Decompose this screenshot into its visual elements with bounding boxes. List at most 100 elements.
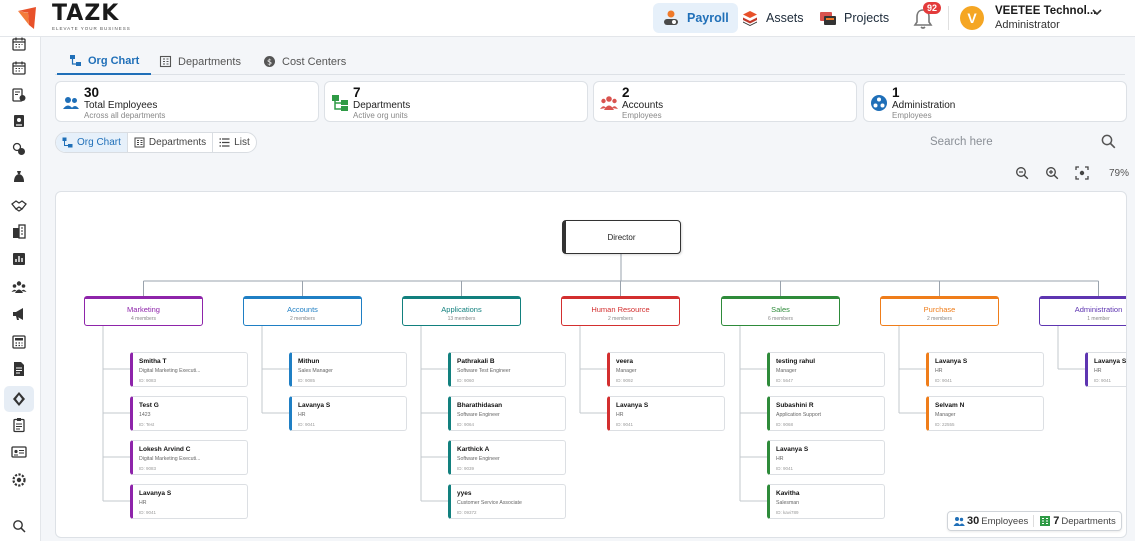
nav-projects[interactable]: Projects xyxy=(810,3,898,33)
employee-card[interactable]: Test G 1423 ID: Test xyxy=(130,396,248,431)
fit-to-screen-icon[interactable] xyxy=(1075,166,1089,180)
stat-administration: 1 Administration Employees xyxy=(863,81,1127,122)
department-node[interactable]: Administration 1 member xyxy=(1039,296,1126,326)
sidebar-item-coins[interactable] xyxy=(8,138,30,160)
department-member-count: 6 members xyxy=(767,316,793,322)
employee-name: testing rahul xyxy=(776,358,816,365)
sidebar-item-team[interactable] xyxy=(8,276,30,298)
sidebar-item-money-bag[interactable] xyxy=(8,166,30,188)
employee-role: Digital Marketing Executi... xyxy=(139,368,201,374)
svg-text:$: $ xyxy=(267,58,272,67)
employee-name: Smitha T xyxy=(139,358,167,365)
tab-org-chart[interactable]: Org Chart xyxy=(57,48,152,75)
tab-cost-centers-label: Cost Centers xyxy=(282,55,347,68)
department-node[interactable]: Applications 13 members xyxy=(402,296,521,326)
employee-id: ID: 9064 xyxy=(457,422,475,427)
megaphone-icon xyxy=(13,308,23,320)
sidebar-item-id-badge[interactable] xyxy=(8,110,30,132)
department-node[interactable]: Sales 6 members xyxy=(721,296,840,326)
projects-icon xyxy=(820,12,836,25)
sidebar-item-calendar[interactable] xyxy=(8,33,30,55)
tab-departments[interactable]: Departments xyxy=(147,48,253,75)
department-node[interactable]: Purchase 2 members xyxy=(880,296,999,326)
employee-card[interactable]: Smitha T Digital Marketing Executi... ID: … xyxy=(130,352,248,387)
employee-name: Lavanya S xyxy=(776,446,809,453)
employee-card[interactable]: testing rahul Manager ID: 5647 xyxy=(767,352,885,387)
employee-card[interactable]: Mithun Sales Manager ID: 9085 xyxy=(289,352,407,387)
sidebar-item-document[interactable] xyxy=(8,358,30,380)
sidebar-item-clipboard[interactable] xyxy=(8,414,30,436)
view-departments[interactable]: Departments xyxy=(128,133,214,152)
employee-id: ID: 22555 xyxy=(935,422,955,427)
search-input[interactable] xyxy=(930,133,1120,151)
department-node[interactable]: Marketing 4 members xyxy=(84,296,203,326)
zoom-in-icon[interactable] xyxy=(1045,166,1059,180)
stat-label: Departments xyxy=(353,100,411,111)
employee-name: veera xyxy=(616,358,633,365)
employee-name: Lavanya S xyxy=(139,490,172,497)
sidebar-item-settings[interactable] xyxy=(8,469,30,491)
employee-card[interactable]: Selvam N Manager ID: 22555 xyxy=(926,396,1044,431)
brand-logo[interactable]: TAZK ELEVATE YOUR BUSINESS xyxy=(16,1,130,33)
avatar[interactable]: V xyxy=(960,6,984,30)
employee-card[interactable]: Bharathidasan Software Engineer ID: 9064 xyxy=(448,396,566,431)
employee-card[interactable]: Pathrakali B Software Test Engineer ID: 90… xyxy=(448,352,566,387)
employee-card[interactable]: Subashini R Application Support ID: 9068 xyxy=(767,396,885,431)
sidebar-item-id-card[interactable] xyxy=(8,441,30,463)
sidebar-item-money[interactable] xyxy=(8,84,30,106)
department-name: Accounts xyxy=(287,305,318,314)
logo-mark-icon xyxy=(18,7,36,29)
employee-id: ID: 9068 xyxy=(776,422,794,427)
org-root-director[interactable]: Director xyxy=(562,220,681,254)
nav-assets[interactable]: Assets xyxy=(732,3,813,33)
org-chart-canvas[interactable]: Director Marketing 4 members Smitha T Digit… xyxy=(55,191,1127,538)
employee-card[interactable]: yyes Customer Service Associate ID: 09372 xyxy=(448,484,566,519)
employee-card[interactable]: Lavanya S HR ID: 9041 xyxy=(607,396,725,431)
employee-card[interactable]: Lokesh Arvind C Digital Marketing Executi… xyxy=(130,440,248,475)
department-node[interactable]: Human Resource 2 members xyxy=(561,296,680,326)
view-org-chart[interactable]: Org Chart xyxy=(56,133,128,152)
employee-id: ID: 9041 xyxy=(298,422,316,427)
sidebar-item-calendar[interactable] xyxy=(8,57,30,79)
employee-card[interactable]: Lavanya S HR ID: 9041 xyxy=(767,440,885,475)
employee-id: ID: 9041 xyxy=(1094,378,1112,383)
nav-payroll[interactable]: Payroll xyxy=(653,3,738,33)
view-list[interactable]: List xyxy=(213,133,256,152)
employee-id: ID: 9041 xyxy=(776,466,794,471)
sidebar-item-bar-chart[interactable] xyxy=(8,248,30,270)
employee-card[interactable]: Karthick A Software Engineer ID: 9039 xyxy=(448,440,566,475)
sidebar-item-calculator[interactable] xyxy=(8,331,30,353)
tab-cost-centers[interactable]: $ Cost Centers xyxy=(251,48,358,75)
sidebar-item-handshake[interactable] xyxy=(8,194,30,216)
employee-name: yyes xyxy=(457,490,472,497)
employee-card[interactable]: veera Manager ID: 9092 xyxy=(607,352,725,387)
employee-card[interactable]: Lavanya S HR ID: 9041 xyxy=(130,484,248,519)
employee-name: Subashini R xyxy=(776,402,814,409)
search-icon[interactable] xyxy=(1101,134,1116,149)
sidebar-item-building[interactable] xyxy=(8,221,30,243)
employee-name: Kavitha xyxy=(776,490,800,497)
sidebar-item-search[interactable] xyxy=(8,515,30,537)
calendar-icon xyxy=(12,37,26,51)
zoom-level: 79% xyxy=(1109,168,1130,179)
stat-value: 30 xyxy=(84,85,100,100)
stat-total-employees: 30 Total Employees Across all department… xyxy=(55,81,319,122)
stat-departments: 7 Departments Active org units xyxy=(324,81,588,122)
employee-id: ID: 9092 xyxy=(616,378,634,383)
sidebar-item-megaphone[interactable] xyxy=(8,303,30,325)
department-node[interactable]: Accounts 2 members xyxy=(243,296,362,326)
employee-card[interactable]: Kavitha Salesman ID: kavi789 xyxy=(767,484,885,519)
employee-role: Manager xyxy=(616,368,637,374)
org-root-label: Director xyxy=(607,232,636,242)
chevron-down-icon[interactable] xyxy=(1091,6,1103,18)
employee-card[interactable]: Lavanya S HR ID: 9041 xyxy=(1085,352,1126,387)
list-icon xyxy=(219,138,230,147)
building-icon xyxy=(13,224,26,239)
sidebar-item-org-chart[interactable] xyxy=(4,386,34,412)
employee-card[interactable]: Lavanya S HR ID: 9041 xyxy=(289,396,407,431)
department-name: Marketing xyxy=(127,305,160,314)
view-list-label: List xyxy=(234,137,250,148)
user-name[interactable]: VEETEE Technol... xyxy=(995,5,1096,17)
employee-card[interactable]: Lavanya S HR ID: 9041 xyxy=(926,352,1044,387)
zoom-out-icon[interactable] xyxy=(1015,166,1029,180)
